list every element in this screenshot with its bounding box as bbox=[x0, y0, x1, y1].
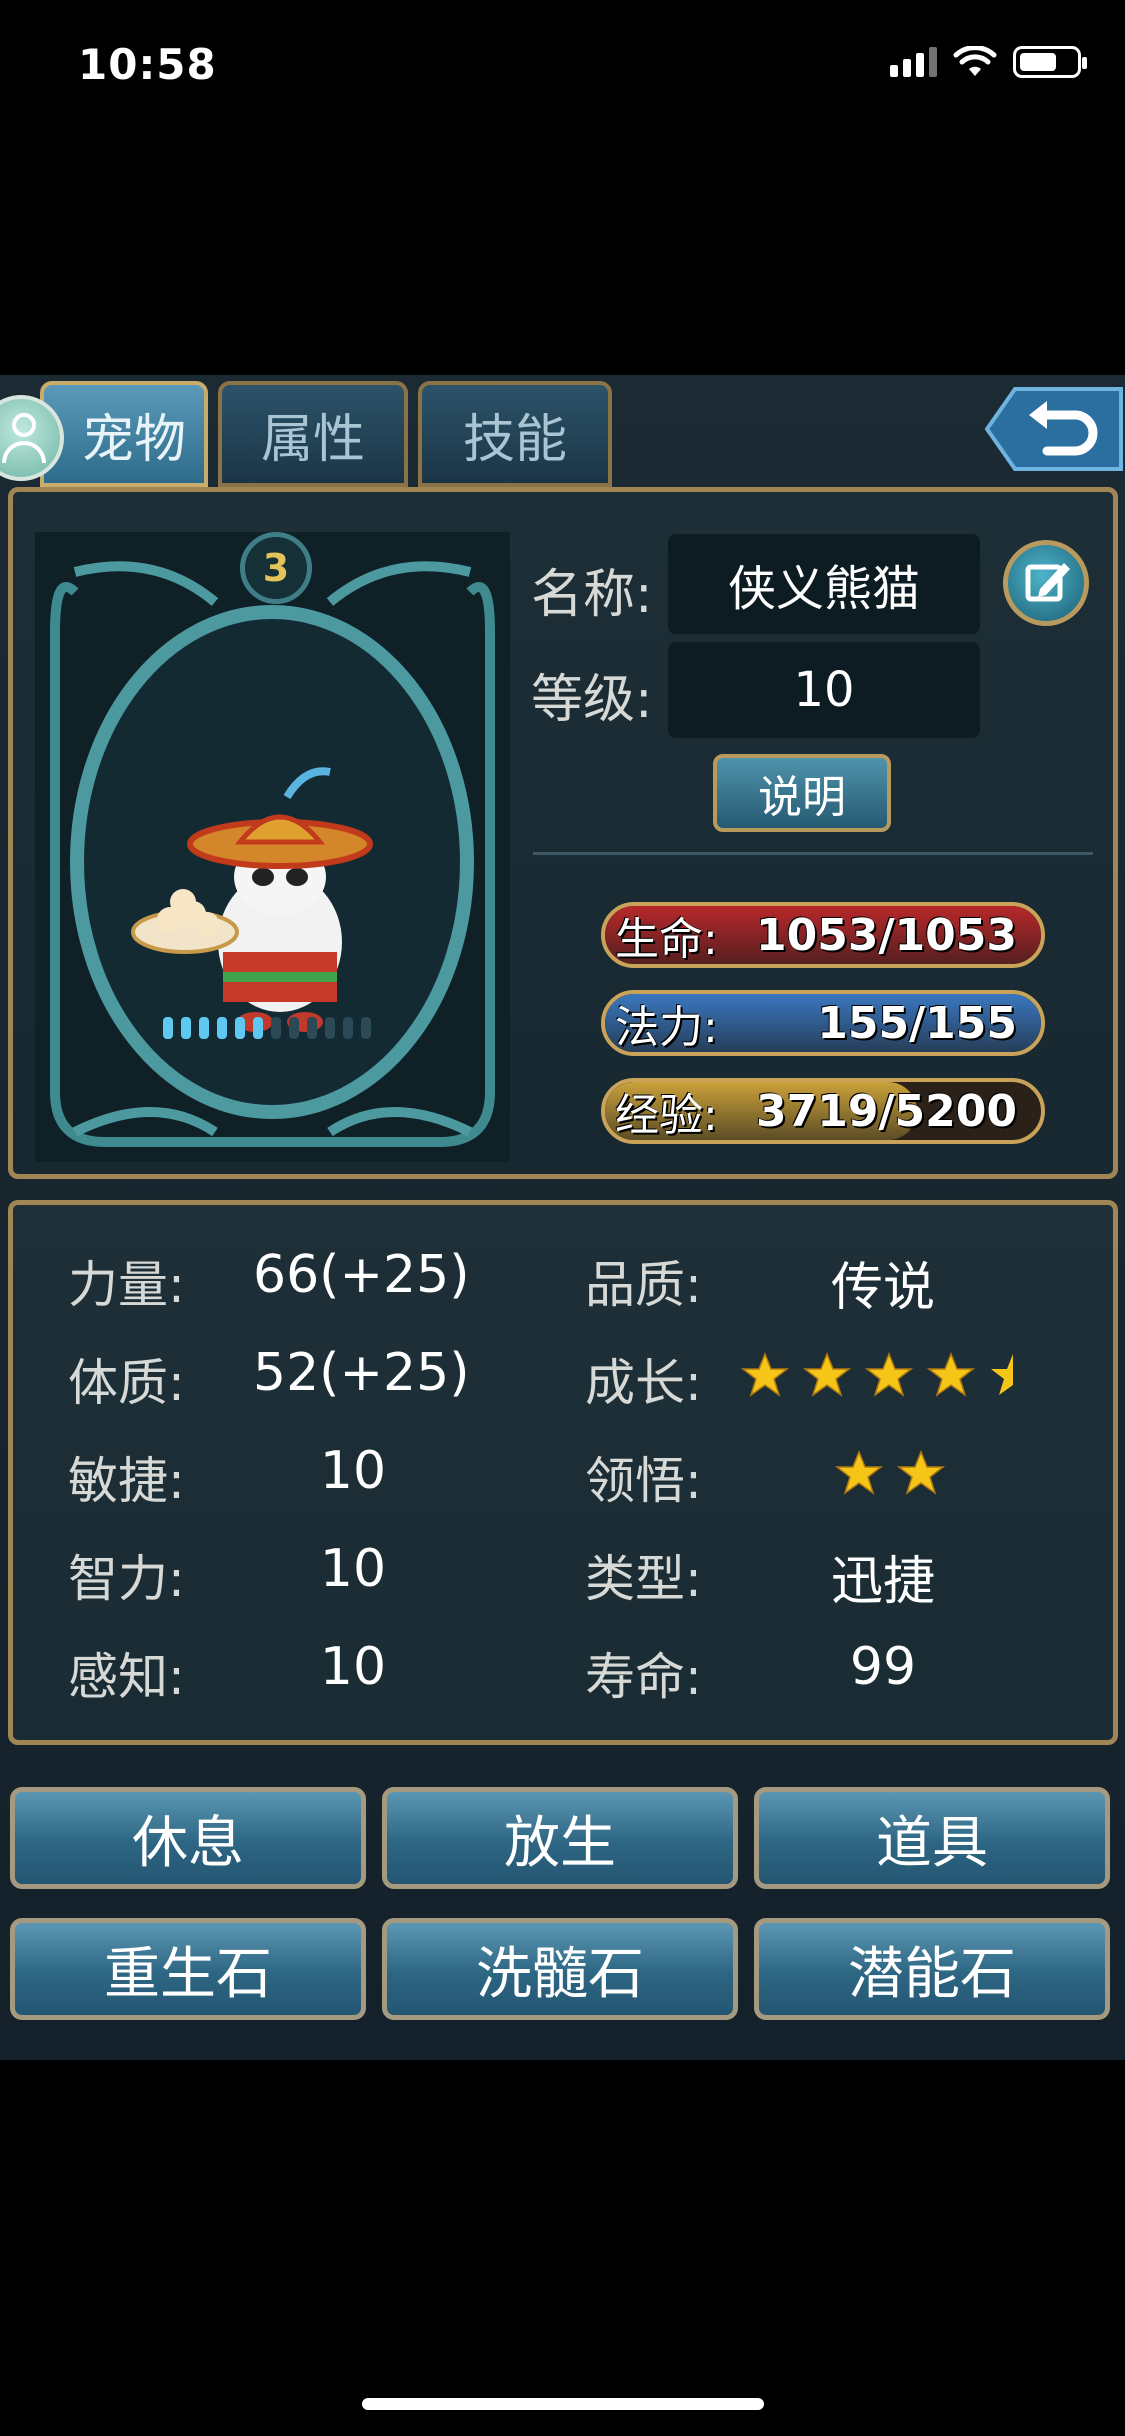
star-icon bbox=[896, 1449, 946, 1501]
growth-label: 成长: bbox=[585, 1354, 702, 1412]
level-label: 等级: bbox=[531, 670, 653, 730]
lifespan-label: 寿命: bbox=[585, 1648, 702, 1706]
star-icon bbox=[802, 1351, 852, 1403]
half-star-icon bbox=[989, 1351, 1037, 1403]
ornate-frame-icon bbox=[35, 532, 510, 1162]
rebirth-stone-button[interactable]: 重生石 bbox=[10, 1918, 366, 2020]
hp-value: 1053/1053 bbox=[756, 909, 1017, 961]
cellular-signal-icon bbox=[890, 47, 937, 77]
stat-label-constitution: 体质: bbox=[68, 1354, 185, 1412]
quality-value: 传说 bbox=[830, 1258, 935, 1318]
comprehension-stars bbox=[834, 1449, 946, 1501]
pet-info-panel: 3 名称: 侠义熊猫 等级: 10 说明 生命: 1053/1053 法力: 155… bbox=[8, 487, 1118, 1179]
tab-attributes[interactable]: 属性 bbox=[218, 381, 408, 487]
potential-stone-button[interactable]: 潜能石 bbox=[754, 1918, 1110, 2020]
hp-label: 生命: bbox=[615, 914, 718, 965]
quality-label: 品质: bbox=[585, 1256, 702, 1314]
stat-value-agility: 10 bbox=[319, 1441, 387, 1501]
release-button[interactable]: 放生 bbox=[382, 1787, 738, 1889]
stat-value-strength: 66(+25) bbox=[253, 1245, 470, 1305]
hp-bar: 生命: 1053/1053 bbox=[601, 902, 1045, 968]
exp-value: 3719/5200 bbox=[756, 1085, 1017, 1137]
stat-value-constitution: 52(+25) bbox=[253, 1343, 470, 1403]
mp-value: 155/155 bbox=[817, 997, 1017, 1049]
mp-bar: 法力: 155/155 bbox=[601, 990, 1045, 1056]
type-label: 类型: bbox=[585, 1550, 702, 1608]
rank-badge: 3 bbox=[240, 532, 312, 604]
star-icon bbox=[864, 1351, 914, 1403]
stats-panel: 力量: 66(+25) 体质: 52(+25) 敏捷: 10 智力: 10 感知… bbox=[8, 1200, 1118, 1745]
marrow-wash-stone-button[interactable]: 洗髓石 bbox=[382, 1918, 738, 2020]
stat-label-agility: 敏捷: bbox=[68, 1452, 185, 1510]
status-time: 10:58 bbox=[78, 40, 217, 89]
tab-pet[interactable]: 宠物 bbox=[40, 381, 208, 487]
description-button[interactable]: 说明 bbox=[713, 754, 891, 832]
edit-name-button[interactable] bbox=[1003, 540, 1089, 626]
name-label: 名称: bbox=[531, 565, 653, 625]
home-indicator[interactable] bbox=[362, 2398, 764, 2410]
stat-value-intelligence: 10 bbox=[319, 1539, 387, 1599]
star-icon bbox=[740, 1351, 790, 1403]
star-icon bbox=[834, 1449, 884, 1501]
comprehension-label: 领悟: bbox=[585, 1452, 702, 1510]
lifespan-value: 99 bbox=[849, 1637, 917, 1697]
wifi-icon bbox=[953, 46, 997, 76]
pet-screen: 宠物 属性 技能 3 名称: 侠义熊猫 等级: 10 说明 生命: 1053/1… bbox=[0, 375, 1125, 2060]
pencil-icon bbox=[1025, 563, 1070, 602]
stat-label-intelligence: 智力: bbox=[68, 1550, 185, 1608]
items-button[interactable]: 道具 bbox=[754, 1787, 1110, 1889]
stat-label-perception: 感知: bbox=[68, 1648, 185, 1706]
battery-icon bbox=[1013, 46, 1087, 78]
rest-button[interactable]: 休息 bbox=[10, 1787, 366, 1889]
star-icon bbox=[926, 1351, 976, 1403]
divider bbox=[533, 852, 1093, 855]
mp-label: 法力: bbox=[615, 1002, 718, 1053]
pet-name-field: 侠义熊猫 bbox=[668, 534, 980, 634]
pet-level-field: 10 bbox=[668, 642, 980, 738]
stat-value-perception: 10 bbox=[319, 1637, 387, 1697]
pet-portrait: 3 bbox=[35, 532, 510, 1162]
growth-stars bbox=[740, 1351, 1037, 1403]
exp-bar: 经验: 3719/5200 bbox=[601, 1078, 1045, 1144]
tab-skills[interactable]: 技能 bbox=[418, 381, 612, 487]
stat-label-strength: 力量: bbox=[68, 1256, 185, 1314]
type-value: 迅捷 bbox=[830, 1552, 935, 1612]
exp-label: 经验: bbox=[615, 1090, 718, 1141]
back-button[interactable] bbox=[985, 381, 1125, 477]
status-icons bbox=[890, 46, 1087, 78]
